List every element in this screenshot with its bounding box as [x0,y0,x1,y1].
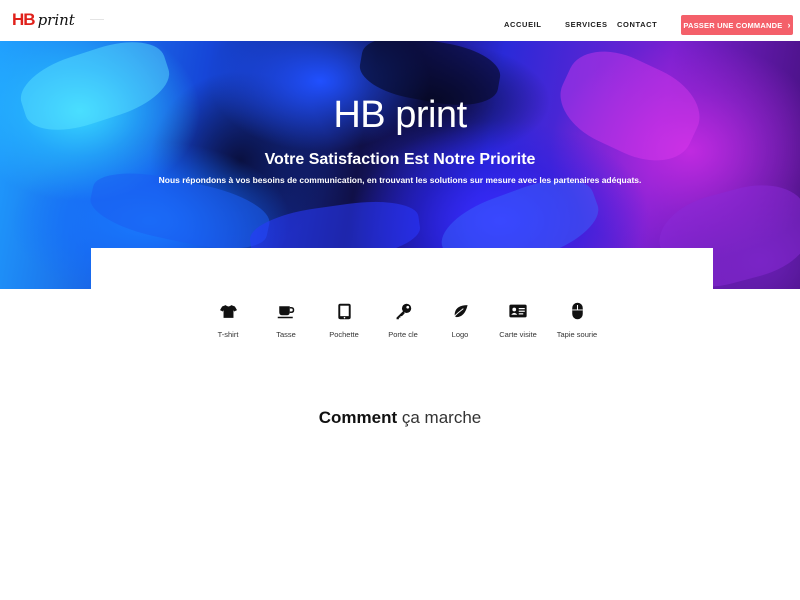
nav-divider [90,19,104,20]
service-porte-cle[interactable]: Porte cle [373,302,433,339]
place-order-button[interactable]: PASSER UNE COMMANDE › [681,15,793,35]
leaf-icon [451,302,469,320]
nav-link-accueil[interactable]: ACCUEIL [504,20,542,29]
service-label: Carte visite [499,330,537,339]
service-tapie-sourie[interactable]: Tapie sourie [547,302,607,339]
hero-overlap-card [91,248,713,290]
service-tasse[interactable]: Tasse [256,302,316,339]
logo-print-text: print [37,11,75,29]
how-it-works-heading: Comment ça marche [0,408,800,428]
chevron-right-icon: › [787,19,791,30]
logo-hb-text: HB [12,10,36,29]
brand-logo[interactable]: HB print [12,10,75,34]
nav-link-services[interactable]: SERVICES [565,20,608,29]
id-card-icon [509,302,527,320]
service-logo[interactable]: Logo [430,302,490,339]
service-label: T-shirt [217,330,239,339]
hero-subtitle: Votre Satisfaction Est Notre Priorite [264,151,536,168]
mouse-icon [568,302,586,320]
hero-title: HB print [333,94,467,136]
how-heading-strong: Comment [318,408,398,427]
tablet-icon [335,302,353,320]
mug-icon [277,302,295,320]
service-label: Porte cle [388,330,418,339]
place-order-label: PASSER UNE COMMANDE [683,20,783,30]
service-tshirt[interactable]: T-shirt [198,302,258,339]
key-icon [394,302,412,320]
service-label: Tapie sourie [556,330,598,339]
service-label: Tasse [276,330,296,339]
service-pochette[interactable]: Pochette [314,302,374,339]
how-heading-light: ça marche [401,408,482,427]
service-label: Logo [451,330,469,339]
service-label: Pochette [329,330,359,339]
nav-link-contact[interactable]: CONTACT [617,20,657,29]
navbar: HB print ACCUEIL SERVICES CONTACT PASSER… [0,0,800,41]
hero-description: Nous répondons à vos besoins de communic… [158,175,642,185]
service-carte-visite[interactable]: Carte visite [488,302,548,339]
tshirt-icon [219,302,237,320]
